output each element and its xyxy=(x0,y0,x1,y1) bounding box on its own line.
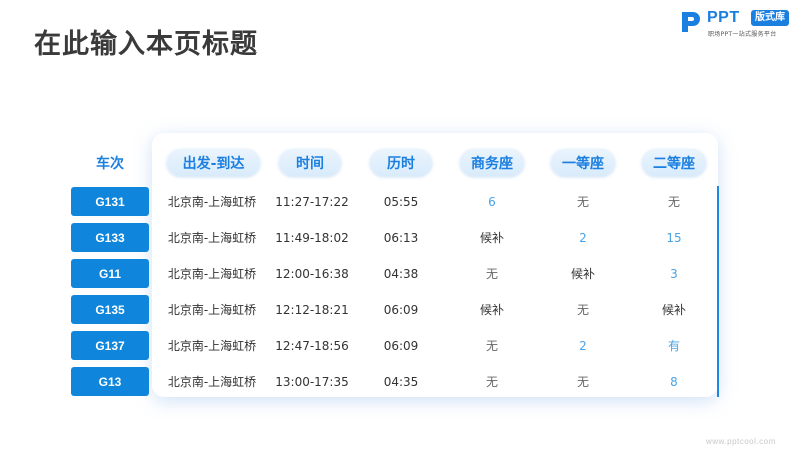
duration-cell: 06:09 xyxy=(383,302,419,317)
time-cell: 13:00-17:35 xyxy=(275,374,349,389)
train-number-badge: G13 xyxy=(71,367,149,396)
business-seat-cell: 无 xyxy=(485,339,498,353)
second-class-cell: 无 xyxy=(667,195,680,209)
route-cell: 北京南-上海虹桥 xyxy=(167,303,257,317)
second-class-cell: 候补 xyxy=(661,303,686,317)
logo-tagline: 职场PPT一站式服务平台 xyxy=(708,31,777,38)
business-seat-cell: 候补 xyxy=(479,231,504,245)
first-class-cell: 无 xyxy=(576,375,589,389)
header-second-class: 二等座 xyxy=(642,149,706,176)
header-business: 商务座 xyxy=(460,149,524,176)
second-class-cell: 15 xyxy=(666,230,682,245)
first-class-cell: 2 xyxy=(579,338,587,353)
duration-cell: 04:35 xyxy=(383,374,419,389)
duration-cell: 04:38 xyxy=(383,266,419,281)
route-cell: 北京南-上海虹桥 xyxy=(167,267,257,281)
brand-logo: PPT 版式库 职场PPT一站式服务平台 xyxy=(680,8,792,38)
route-cell: 北京南-上海虹桥 xyxy=(167,339,257,353)
time-cell: 11:49-18:02 xyxy=(275,230,349,245)
train-number-badge: G137 xyxy=(71,331,149,360)
business-seat-cell: 无 xyxy=(485,375,498,389)
second-class-cell: 有 xyxy=(667,339,680,353)
duration-cell: 06:09 xyxy=(383,338,419,353)
logo-text: PPT xyxy=(707,9,740,26)
time-cell: 12:00-16:38 xyxy=(275,266,349,281)
second-class-cell: 3 xyxy=(670,266,678,281)
route-cell: 北京南-上海虹桥 xyxy=(167,195,257,209)
watermark: www.pptcool.com xyxy=(706,437,776,446)
first-class-cell: 无 xyxy=(576,195,589,209)
route-cell: 北京南-上海虹桥 xyxy=(167,231,257,245)
route-cell: 北京南-上海虹桥 xyxy=(167,375,257,389)
business-seat-cell: 候补 xyxy=(479,303,504,317)
business-seat-cell: 无 xyxy=(485,267,498,281)
card-edge-line xyxy=(717,186,719,397)
time-cell: 12:12-18:21 xyxy=(275,302,349,317)
second-class-cell: 8 xyxy=(670,374,678,389)
time-cell: 11:27-17:22 xyxy=(275,194,349,209)
duration-cell: 05:55 xyxy=(383,194,419,209)
header-route: 出发-到达 xyxy=(167,149,260,176)
header-time: 时间 xyxy=(279,149,341,176)
page-title: 在此输入本页标题 xyxy=(34,29,258,60)
time-cell: 12:47-18:56 xyxy=(275,338,349,353)
logo-badge: 版式库 xyxy=(751,10,789,26)
train-number-badge: G135 xyxy=(71,295,149,324)
header-first-class: 一等座 xyxy=(551,149,615,176)
first-class-cell: 2 xyxy=(579,230,587,245)
train-number-badge: G133 xyxy=(71,223,149,252)
first-class-cell: 候补 xyxy=(570,267,595,281)
train-number-badge: G131 xyxy=(71,187,149,216)
header-train: 车次 xyxy=(96,155,124,172)
first-class-cell: 无 xyxy=(576,303,589,317)
ppt-logo-icon xyxy=(682,12,700,32)
business-seat-cell: 6 xyxy=(488,194,496,209)
train-number-badge: G11 xyxy=(71,259,149,288)
duration-cell: 06:13 xyxy=(383,230,419,245)
header-duration: 历时 xyxy=(370,149,432,176)
